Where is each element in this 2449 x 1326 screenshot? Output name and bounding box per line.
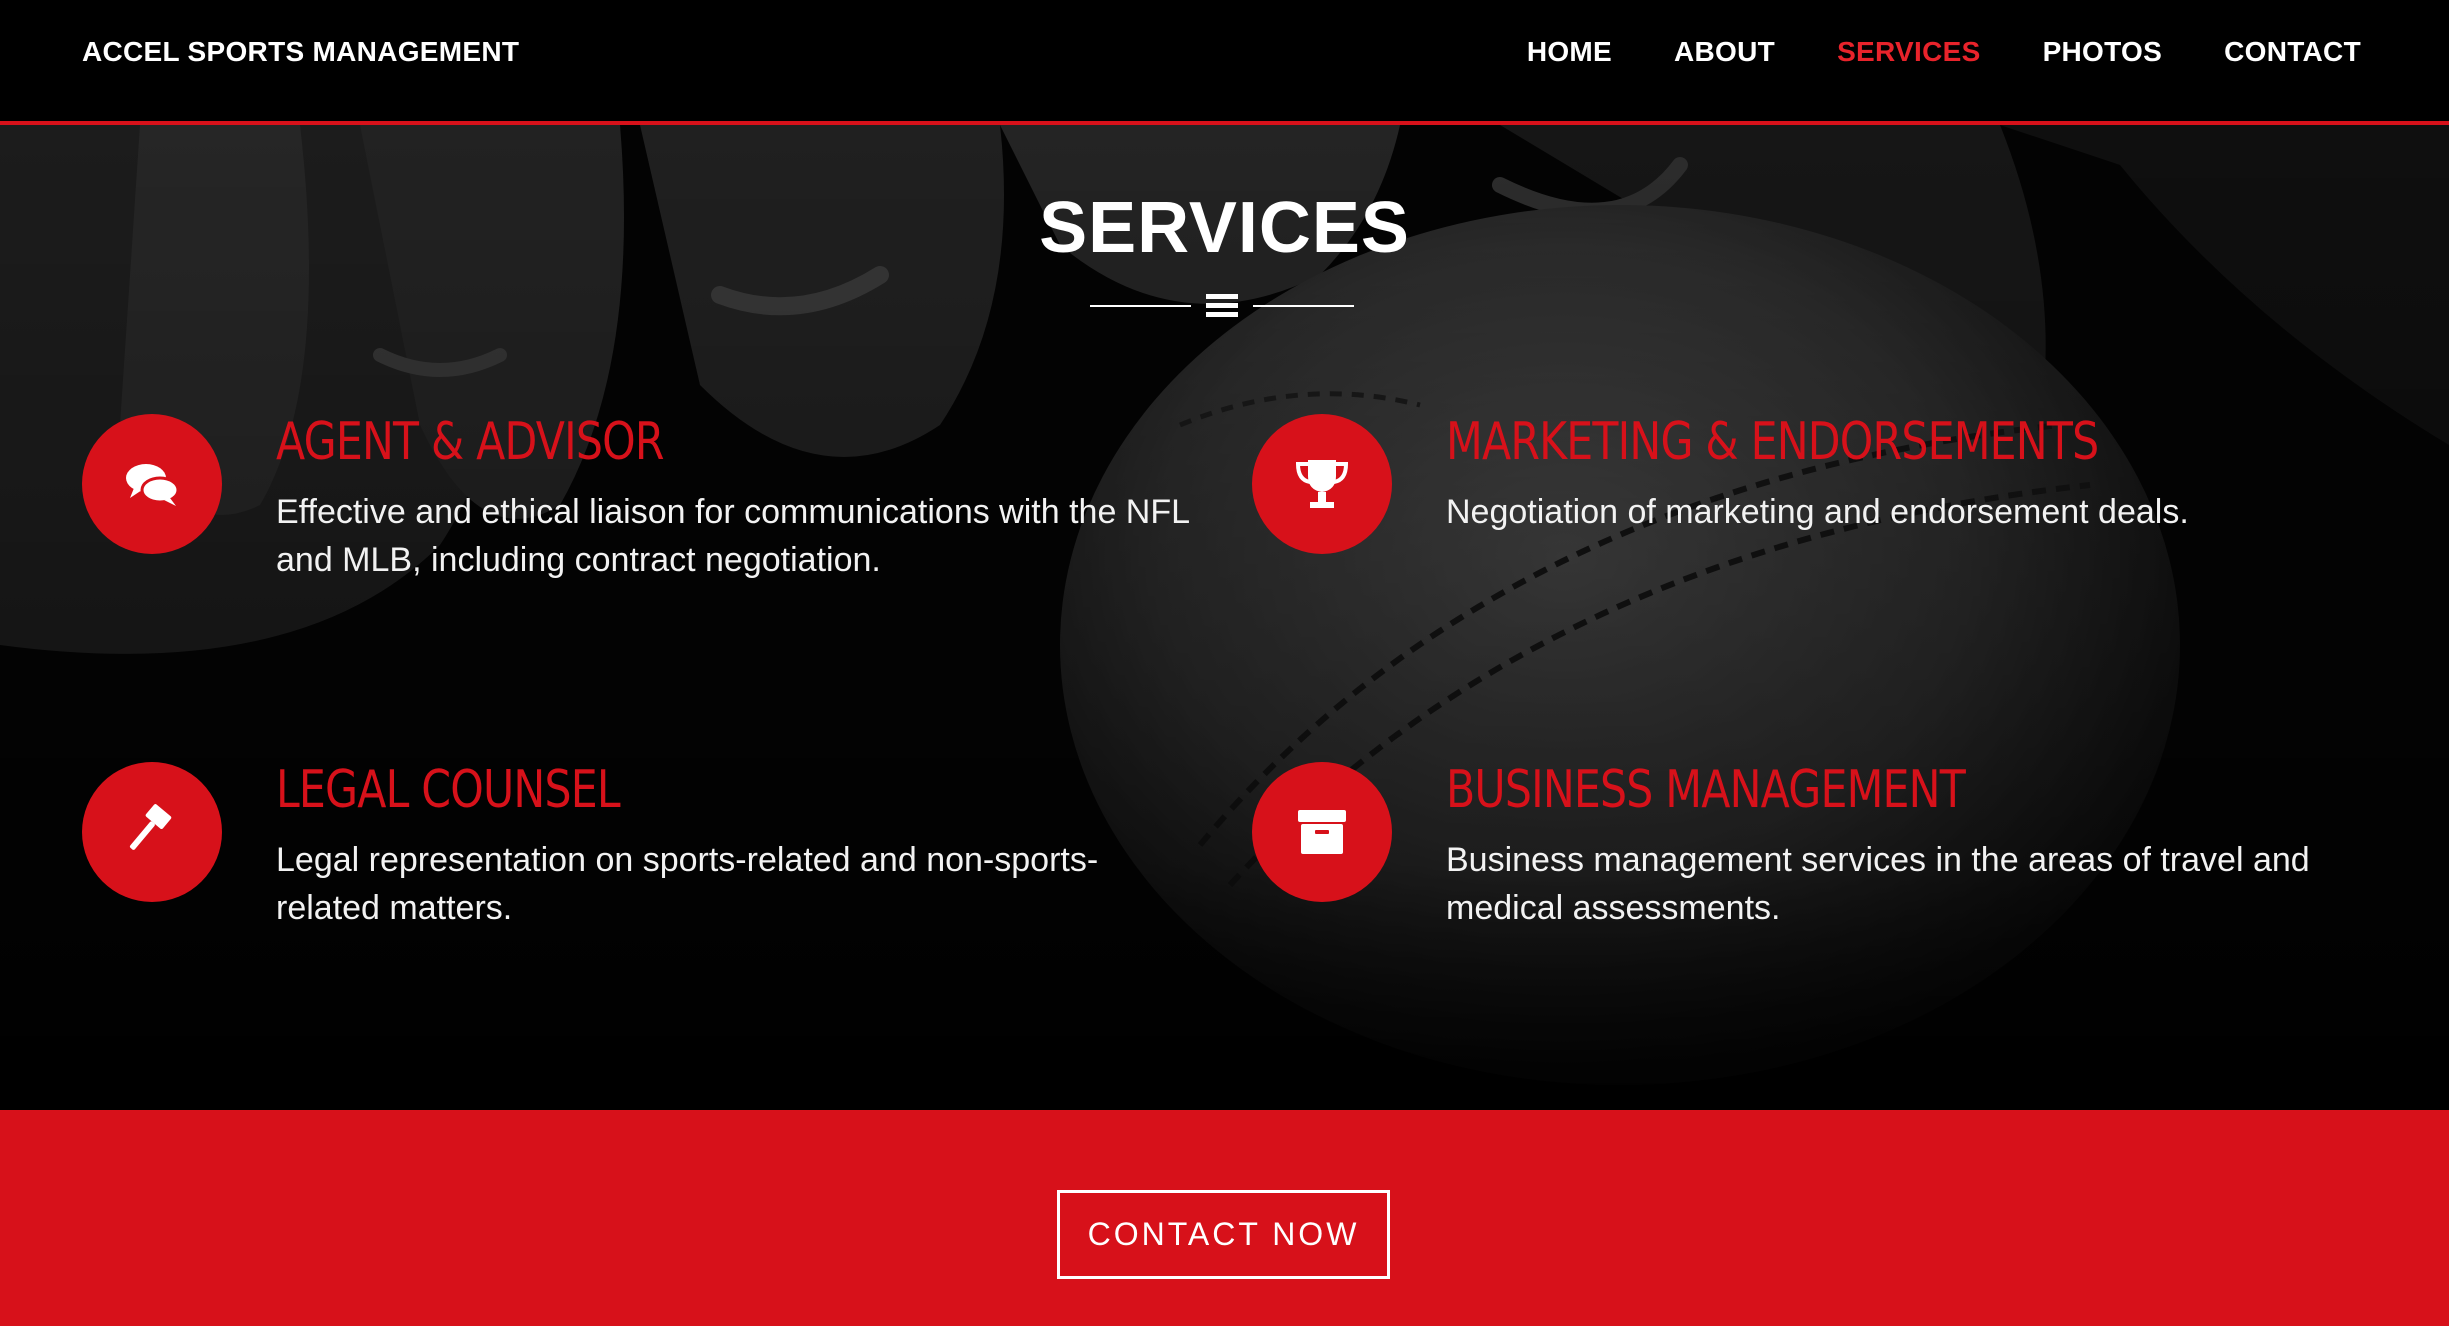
top-navbar: ACCEL SPORTS MANAGEMENT HOME ABOUT SERVI… — [0, 0, 2449, 125]
nav-link-about[interactable]: ABOUT — [1674, 36, 1775, 68]
cta-band: CONTACT NOW — [0, 1110, 2449, 1326]
nav-link-contact[interactable]: CONTACT — [2224, 36, 2361, 68]
trophy-icon — [1295, 460, 1349, 508]
divider-line-right — [1253, 305, 1354, 307]
service-icon-circle — [82, 762, 222, 902]
background-baseball-glove-image — [0, 125, 2449, 1110]
title-divider — [1090, 290, 1354, 320]
service-icon-circle — [82, 414, 222, 554]
service-icon-circle — [1252, 762, 1392, 902]
service-description: Effective and ethical liaison for commun… — [276, 493, 1189, 579]
nav-link-photos[interactable]: PHOTOS — [2043, 36, 2163, 68]
archive-box-icon — [1298, 810, 1346, 854]
service-description: Business management services in the area… — [1446, 841, 2310, 927]
gavel-icon — [129, 804, 172, 850]
brand-logo-text[interactable]: ACCEL SPORTS MANAGEMENT — [82, 36, 519, 68]
service-icon-circle — [1252, 414, 1392, 554]
nav-link-home[interactable]: HOME — [1527, 36, 1612, 68]
section-title: SERVICES — [1039, 188, 1410, 268]
chat-bubbles-icon — [126, 464, 180, 506]
service-description: Legal representation on sports-related a… — [276, 841, 1099, 927]
nav-link-services[interactable]: SERVICES — [1837, 36, 1981, 68]
page: ACCEL SPORTS MANAGEMENT HOME ABOUT SERVI… — [0, 0, 2449, 1326]
bars-icon — [1206, 294, 1238, 318]
divider-line-left — [1090, 305, 1191, 307]
service-title: LEGAL COUNSEL — [276, 760, 621, 820]
main-nav: HOME ABOUT SERVICES PHOTOS CONTACT — [1465, 36, 2361, 68]
service-title: BUSINESS MANAGEMENT — [1446, 760, 1966, 820]
service-description: Negotiation of marketing and endorsement… — [1446, 493, 2189, 531]
service-title: MARKETING & ENDORSEMENTS — [1446, 412, 2099, 472]
contact-now-button[interactable]: CONTACT NOW — [1057, 1190, 1390, 1279]
services-section: SERVICES AGENT & ADVISOR Effective and e… — [0, 125, 2449, 1110]
service-title: AGENT & ADVISOR — [276, 412, 664, 472]
